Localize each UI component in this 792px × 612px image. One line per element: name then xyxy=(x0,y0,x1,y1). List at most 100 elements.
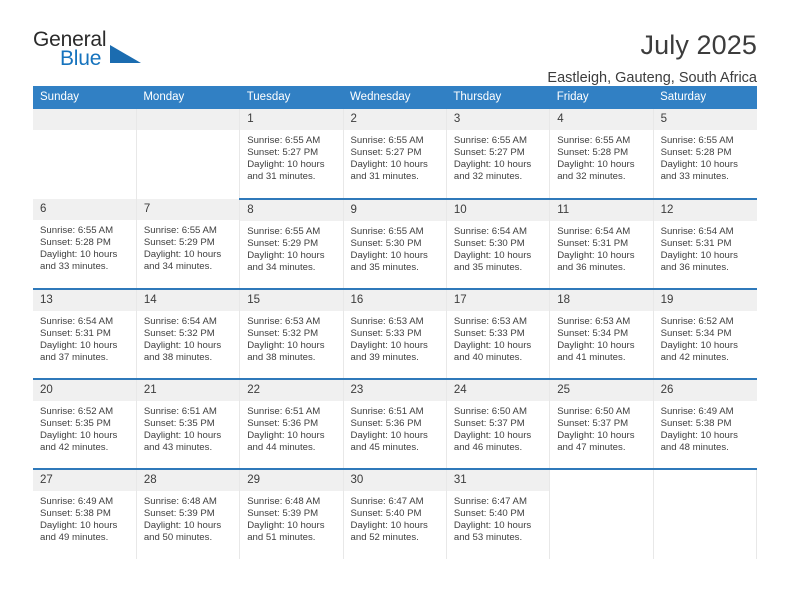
day-number: 4 xyxy=(550,109,653,130)
day-number: 31 xyxy=(446,470,550,491)
calendar-day-cell[interactable]: 1 Sunrise: 6:55 AM Sunset: 5:27 PM Daylight… xyxy=(239,109,344,200)
calendar-day-cell[interactable]: 4 Sunrise: 6:55 AM Sunset: 5:28 PM Daylight… xyxy=(549,109,654,200)
sunrise-text: Sunrise: 6:55 AM xyxy=(350,135,424,146)
calendar-day-cell[interactable]: 6 Sunrise: 6:55 AM Sunset: 5:28 PM Daylight… xyxy=(33,199,137,290)
daylight-text-line2: and 52 minutes. xyxy=(350,532,419,544)
sunset-text: Sunset: 5:37 PM xyxy=(453,418,525,430)
calendar-day-cell[interactable]: 3 Sunrise: 6:55 AM Sunset: 5:27 PM Daylight… xyxy=(446,109,551,200)
sunrise-text: Sunrise: 6:48 AM xyxy=(143,496,217,507)
calendar-day-cell[interactable]: 19 Sunrise: 6:52 AM Sunset: 5:34 PM Dayligh… xyxy=(653,289,757,380)
sunrise-text: Sunrise: 6:53 AM xyxy=(453,316,527,327)
daylight-text-line1: Daylight: 10 hours xyxy=(350,430,428,442)
sunrise-text: Sunrise: 6:49 AM xyxy=(40,496,114,507)
daylight-text-line2: and 40 minutes. xyxy=(453,352,523,364)
daylight-text-line1: Daylight: 10 hours xyxy=(350,250,428,262)
daylight-text-line2: and 48 minutes. xyxy=(660,442,729,454)
sunrise-text: Sunrise: 6:53 AM xyxy=(557,316,631,327)
sunrise-text: Sunrise: 6:48 AM xyxy=(247,496,321,507)
daylight-text-line2: and 38 minutes. xyxy=(143,352,213,364)
calendar-day-cell[interactable]: 26 Sunrise: 6:49 AM Sunset: 5:38 PM Dayligh… xyxy=(653,379,757,470)
calendar-day-cell[interactable]: 5 Sunrise: 6:55 AM Sunset: 5:28 PM Daylight… xyxy=(653,109,757,200)
calendar-day-cell[interactable]: 30 Sunrise: 6:47 AM Sunset: 5:40 PM Dayligh… xyxy=(343,469,447,559)
calendar-day-cell[interactable]: 14 Sunrise: 6:54 AM Sunset: 5:32 PM Dayligh… xyxy=(136,289,241,380)
calendar-day-cell[interactable]: 22 Sunrise: 6:51 AM Sunset: 5:36 PM Dayligh… xyxy=(239,379,344,470)
daylight-text-line2: and 42 minutes. xyxy=(660,352,729,364)
day-details: Sunrise: 6:55 AM Sunset: 5:27 PM Daylight:… xyxy=(447,130,549,183)
calendar-day-cell[interactable]: 13 Sunrise: 6:54 AM Sunset: 5:31 PM Dayligh… xyxy=(33,289,137,380)
sunset-text: Sunset: 5:37 PM xyxy=(557,418,629,430)
day-number: 21 xyxy=(136,380,240,401)
weekday-header-friday: Friday xyxy=(549,86,654,109)
daylight-text-line1: Daylight: 10 hours xyxy=(143,520,222,532)
calendar-day-cell[interactable]: 15 Sunrise: 6:53 AM Sunset: 5:32 PM Dayligh… xyxy=(239,289,344,380)
calendar-day-cell[interactable]: 27 Sunrise: 6:49 AM Sunset: 5:38 PM Dayligh… xyxy=(33,469,137,559)
calendar-day-cell[interactable]: 16 Sunrise: 6:53 AM Sunset: 5:33 PM Dayligh… xyxy=(343,289,447,380)
calendar-day-cell[interactable]: 11 Sunrise: 6:54 AM Sunset: 5:31 PM Dayligh… xyxy=(549,199,654,290)
sunset-text: Sunset: 5:27 PM xyxy=(350,147,422,159)
day-number: 22 xyxy=(240,380,343,401)
weekday-header-wednesday: Wednesday xyxy=(343,86,447,109)
day-details: Sunrise: 6:50 AM Sunset: 5:37 PM Daylight:… xyxy=(447,401,549,454)
calendar-body: 1 Sunrise: 6:55 AM Sunset: 5:27 PM Daylight… xyxy=(33,109,758,559)
day-number: 13 xyxy=(33,290,136,311)
daylight-text-line1: Daylight: 10 hours xyxy=(453,250,532,262)
sunrise-text: Sunrise: 6:55 AM xyxy=(660,135,734,146)
calendar-week-row: 13 Sunrise: 6:54 AM Sunset: 5:31 PM Dayligh… xyxy=(33,289,757,380)
calendar-day-cell[interactable]: 24 Sunrise: 6:50 AM Sunset: 5:37 PM Dayligh… xyxy=(446,379,551,470)
day-details: Sunrise: 6:52 AM Sunset: 5:34 PM Daylight:… xyxy=(654,311,757,364)
sunset-text: Sunset: 5:39 PM xyxy=(247,508,319,520)
day-details: Sunrise: 6:55 AM Sunset: 5:29 PM Daylight:… xyxy=(240,221,342,274)
calendar-day-cell[interactable]: 28 Sunrise: 6:48 AM Sunset: 5:39 PM Dayligh… xyxy=(136,469,241,559)
day-details: Sunrise: 6:55 AM Sunset: 5:28 PM Daylight:… xyxy=(33,220,136,273)
calendar-day-cell[interactable]: 12 Sunrise: 6:54 AM Sunset: 5:31 PM Dayligh… xyxy=(653,199,757,290)
day-details: Sunrise: 6:53 AM Sunset: 5:33 PM Daylight:… xyxy=(447,311,549,364)
general-blue-logo[interactable]: General Blue xyxy=(33,28,163,76)
daylight-text-line1: Daylight: 10 hours xyxy=(557,340,635,352)
calendar-day-cell[interactable]: 17 Sunrise: 6:53 AM Sunset: 5:33 PM Dayligh… xyxy=(446,289,551,380)
daylight-text-line2: and 35 minutes. xyxy=(350,262,419,274)
daylight-text-line1: Daylight: 10 hours xyxy=(453,520,532,532)
sunrise-text: Sunrise: 6:47 AM xyxy=(453,496,527,507)
calendar-day-cell[interactable]: 20 Sunrise: 6:52 AM Sunset: 5:35 PM Dayligh… xyxy=(33,379,137,470)
calendar-day-cell[interactable]: 2 Sunrise: 6:55 AM Sunset: 5:27 PM Daylight… xyxy=(343,109,447,200)
sunrise-text: Sunrise: 6:55 AM xyxy=(40,225,114,236)
calendar-day-cell[interactable]: 8 Sunrise: 6:55 AM Sunset: 5:29 PM Daylight… xyxy=(239,199,344,290)
daylight-text-line2: and 42 minutes. xyxy=(40,442,109,454)
daylight-text-line2: and 41 minutes. xyxy=(557,352,626,364)
day-number: 7 xyxy=(136,199,240,220)
sunrise-text: Sunrise: 6:50 AM xyxy=(453,406,527,417)
daylight-text-line2: and 33 minutes. xyxy=(660,171,729,183)
calendar-week-row: 20 Sunrise: 6:52 AM Sunset: 5:35 PM Dayligh… xyxy=(33,379,757,470)
sunset-text: Sunset: 5:31 PM xyxy=(557,238,629,250)
day-number: 17 xyxy=(446,290,550,311)
calendar-day-cell[interactable]: 9 Sunrise: 6:55 AM Sunset: 5:30 PM Daylight… xyxy=(343,199,447,290)
day-number: 5 xyxy=(653,109,757,130)
daylight-text-line1: Daylight: 10 hours xyxy=(247,520,325,532)
sunrise-text: Sunrise: 6:51 AM xyxy=(143,406,217,417)
sunset-text: Sunset: 5:34 PM xyxy=(660,328,732,340)
day-details: Sunrise: 6:54 AM Sunset: 5:31 PM Daylight:… xyxy=(33,311,136,364)
day-number-band-empty xyxy=(550,470,653,491)
day-details: Sunrise: 6:55 AM Sunset: 5:28 PM Daylight:… xyxy=(654,130,757,183)
sunset-text: Sunset: 5:40 PM xyxy=(350,508,422,520)
calendar-week-row: 1 Sunrise: 6:55 AM Sunset: 5:27 PM Daylight… xyxy=(33,109,757,200)
calendar-day-cell[interactable]: 25 Sunrise: 6:50 AM Sunset: 5:37 PM Dayligh… xyxy=(549,379,654,470)
sunset-text: Sunset: 5:31 PM xyxy=(660,238,732,250)
calendar-day-cell[interactable]: 18 Sunrise: 6:53 AM Sunset: 5:34 PM Dayligh… xyxy=(549,289,654,380)
calendar-day-cell[interactable]: 23 Sunrise: 6:51 AM Sunset: 5:36 PM Dayligh… xyxy=(343,379,447,470)
calendar-day-cell[interactable]: 7 Sunrise: 6:55 AM Sunset: 5:29 PM Daylight… xyxy=(136,199,241,290)
sunrise-text: Sunrise: 6:53 AM xyxy=(247,316,321,327)
calendar-day-cell[interactable]: 10 Sunrise: 6:54 AM Sunset: 5:30 PM Dayligh… xyxy=(446,199,551,290)
calendar-cell-empty xyxy=(136,109,241,199)
sunrise-text: Sunrise: 6:54 AM xyxy=(453,226,527,237)
daylight-text-line1: Daylight: 10 hours xyxy=(660,250,738,262)
sunrise-text: Sunrise: 6:55 AM xyxy=(453,135,527,146)
calendar-day-cell[interactable]: 31 Sunrise: 6:47 AM Sunset: 5:40 PM Dayligh… xyxy=(446,469,551,559)
day-details: Sunrise: 6:53 AM Sunset: 5:34 PM Daylight:… xyxy=(550,311,652,364)
calendar-day-cell[interactable]: 29 Sunrise: 6:48 AM Sunset: 5:39 PM Dayligh… xyxy=(239,469,344,559)
daylight-text-line1: Daylight: 10 hours xyxy=(660,340,738,352)
day-number: 14 xyxy=(136,290,240,311)
sunrise-text: Sunrise: 6:49 AM xyxy=(660,406,734,417)
sunset-text: Sunset: 5:38 PM xyxy=(660,418,732,430)
calendar-day-cell[interactable]: 21 Sunrise: 6:51 AM Sunset: 5:35 PM Dayligh… xyxy=(136,379,241,470)
